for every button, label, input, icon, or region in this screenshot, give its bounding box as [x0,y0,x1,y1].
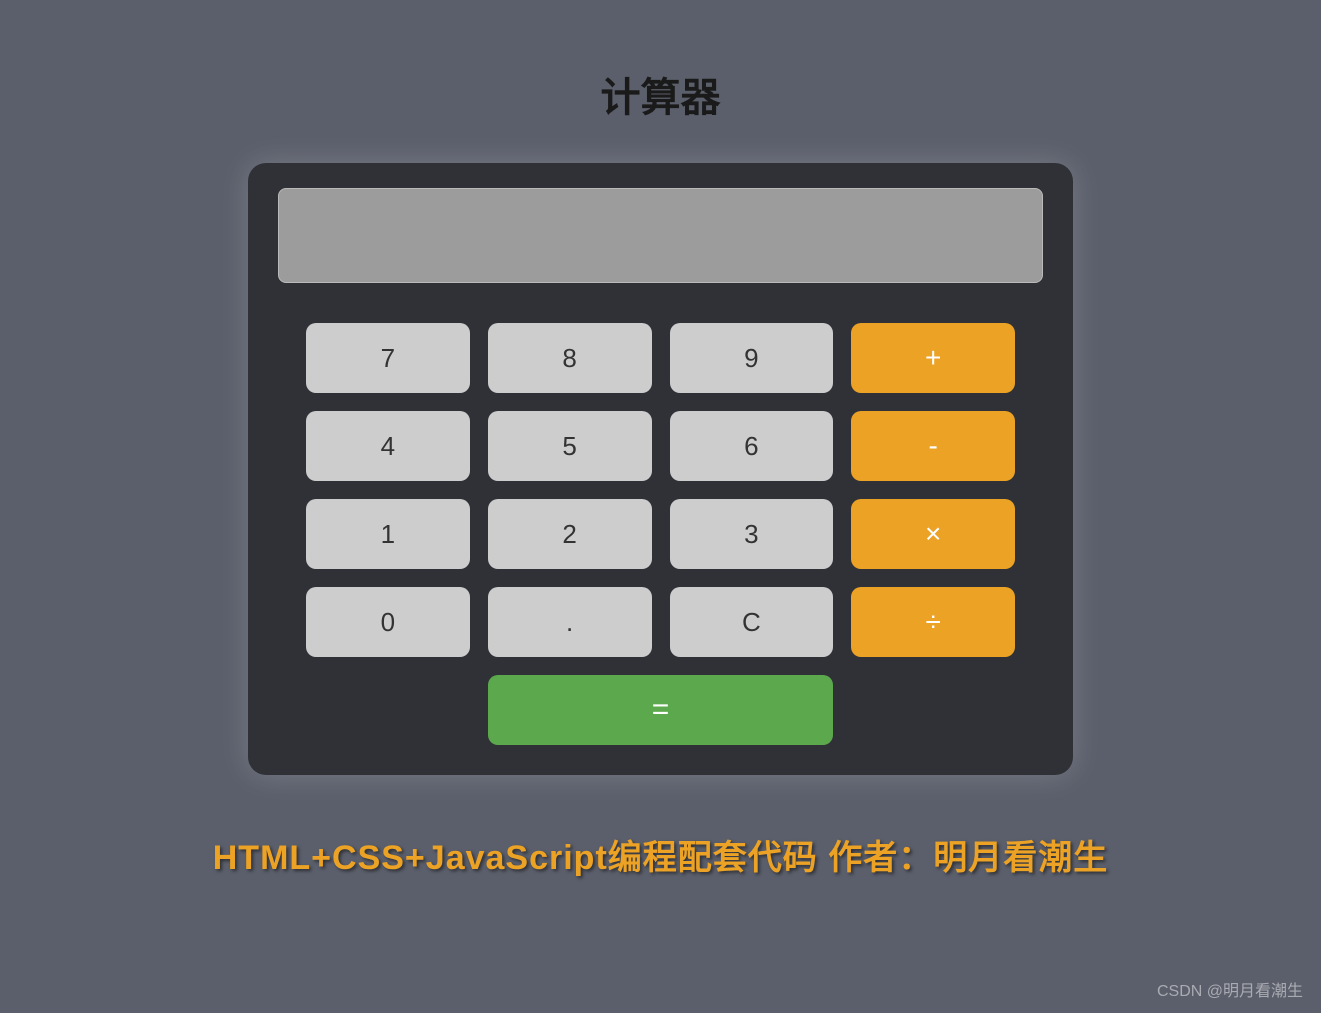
watermark-text: CSDN @明月看潮生 [1157,977,1303,1001]
plus-button[interactable]: + [851,323,1015,393]
digit-3-button[interactable]: 3 [670,499,834,569]
calculator-container: 7 8 9 + 4 5 6 - 1 2 3 × 0 . C ÷ = [248,163,1073,775]
digit-9-button[interactable]: 9 [670,323,834,393]
digit-6-button[interactable]: 6 [670,411,834,481]
spacer [851,675,1015,745]
page-title: 计算器 [601,65,721,123]
footer-caption: HTML+CSS+JavaScript编程配套代码 作者：明月看潮生 [213,830,1108,879]
multiply-button[interactable]: × [851,499,1015,569]
clear-button[interactable]: C [670,587,834,657]
digit-5-button[interactable]: 5 [488,411,652,481]
spacer [306,675,470,745]
digit-0-button[interactable]: 0 [306,587,470,657]
minus-button[interactable]: - [851,411,1015,481]
digit-7-button[interactable]: 7 [306,323,470,393]
digit-2-button[interactable]: 2 [488,499,652,569]
button-grid: 7 8 9 + 4 5 6 - 1 2 3 × 0 . C ÷ = [278,323,1043,745]
digit-4-button[interactable]: 4 [306,411,470,481]
digit-1-button[interactable]: 1 [306,499,470,569]
digit-8-button[interactable]: 8 [488,323,652,393]
decimal-button[interactable]: . [488,587,652,657]
equals-button[interactable]: = [488,675,834,745]
divide-button[interactable]: ÷ [851,587,1015,657]
calculator-display [278,188,1043,283]
